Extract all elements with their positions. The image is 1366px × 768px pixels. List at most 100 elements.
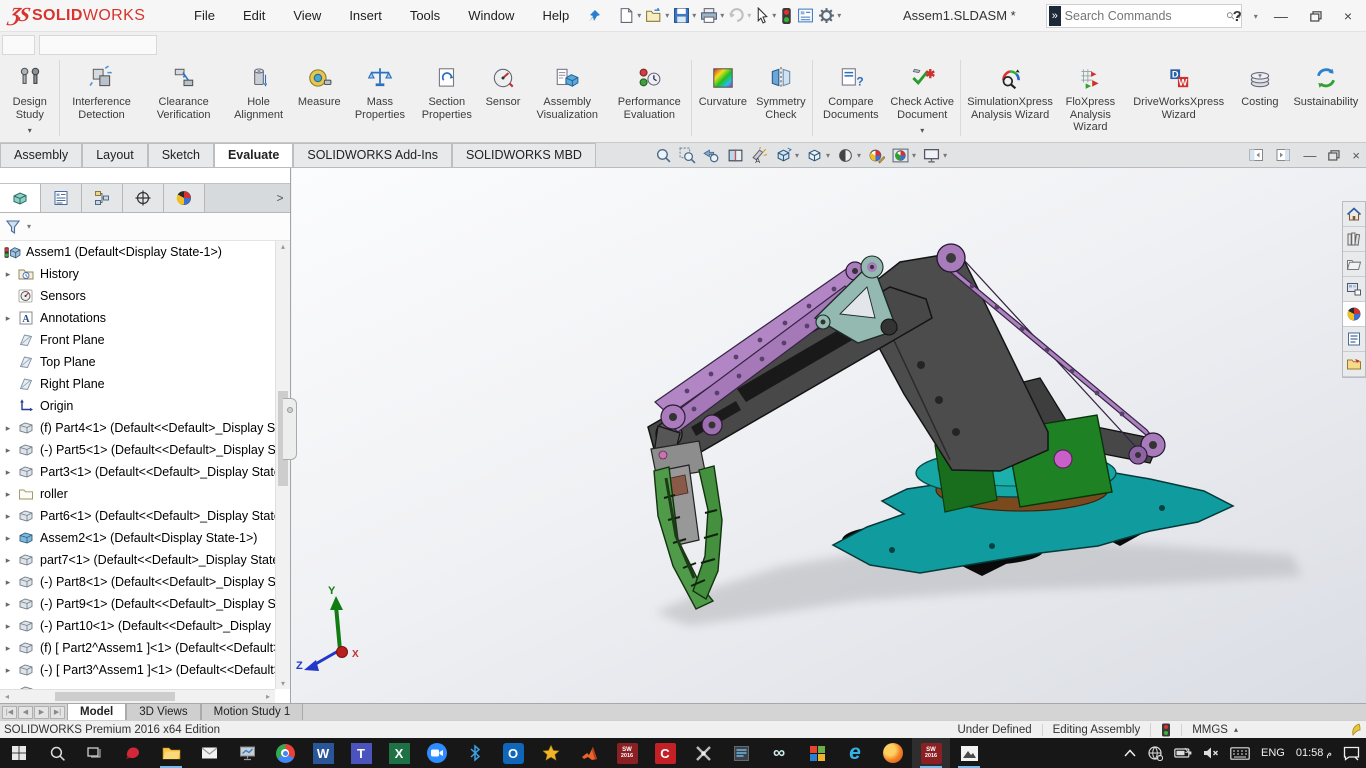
c-app-icon[interactable]: C — [646, 738, 684, 768]
tree-item-part9[interactable]: ▸ (-) Part9<1> (Default<<Default>_Displa… — [0, 593, 275, 615]
costing-button[interactable]: Costing — [1234, 57, 1286, 142]
edge-icon[interactable]: e — [836, 738, 874, 768]
section-view-button[interactable] — [727, 147, 744, 164]
configuration-manager-tab[interactable] — [82, 184, 123, 212]
tab-layout[interactable]: Layout — [82, 143, 148, 167]
driveworksxpress-button[interactable]: DW DriveWorksXpress Wizard — [1123, 57, 1234, 142]
tree-item-history[interactable]: ▸ History — [0, 263, 275, 285]
chrome-icon[interactable] — [266, 738, 304, 768]
resources-home-button[interactable] — [1343, 202, 1365, 227]
start-button[interactable] — [0, 738, 38, 768]
menu-view[interactable]: View — [279, 1, 335, 31]
expand-arrow[interactable]: ▸ — [0, 643, 16, 654]
feature-tree-tab[interactable] — [0, 184, 41, 212]
pane-right-toggle-icon[interactable] — [1276, 148, 1291, 162]
file-explorer-icon[interactable] — [152, 738, 190, 768]
check-active-caret[interactable]: ▾ — [920, 125, 924, 138]
language-indicator[interactable]: ENG — [1261, 747, 1285, 759]
tree-item-part4[interactable]: ▸ (f) Part4<1> (Default<<Default>_Displa… — [0, 417, 275, 439]
custom-properties-button[interactable] — [1343, 327, 1365, 352]
task-view-icon[interactable] — [76, 738, 114, 768]
tab-scroll-first[interactable]: |◀ — [2, 705, 17, 719]
tree-item-part2-virtual[interactable]: ▸ (f) [ Part2^Assem1 ]<1> (Default<<Defa… — [0, 637, 275, 659]
tab-evaluate[interactable]: Evaluate — [213, 143, 294, 167]
unit-system-selector[interactable]: MMGS ▴ — [1181, 723, 1248, 736]
check-active-document-button[interactable]: ✱ Check Active Document ▾ — [887, 57, 958, 142]
quick-tip-icon[interactable] — [1350, 723, 1362, 737]
tab-solidworks-addins[interactable]: SOLIDWORKS Add-Ins — [293, 143, 452, 167]
tree-item-annotations[interactable]: ▸ A Annotations — [0, 307, 275, 329]
rebuild-traffic-light-button[interactable] — [779, 5, 794, 27]
tree-item-sensors[interactable]: Sensors — [0, 285, 275, 307]
x-tool-app-icon[interactable] — [684, 738, 722, 768]
view-settings-button[interactable]: ▾ — [923, 147, 947, 164]
tree-item-part10[interactable]: ▸ (-) Part10<1> (Default<<Default>_Displ… — [0, 615, 275, 637]
forum-folder-button[interactable] — [1343, 352, 1365, 377]
display-manager-tab[interactable] — [164, 184, 205, 212]
mass-properties-button[interactable]: Mass Properties — [347, 57, 413, 142]
doc-minimize-button[interactable]: — — [1303, 148, 1316, 163]
tree-item-part3-virtual[interactable]: ▸ (-) [ Part3^Assem1 ]<1> (Default<<Defa… — [0, 659, 275, 681]
pane-left-toggle-icon[interactable] — [1249, 148, 1264, 162]
simulationxpress-button[interactable]: SimulationXpress Analysis Wizard — [963, 57, 1058, 142]
clearance-verification-button[interactable]: Clearance Verification — [142, 57, 226, 142]
sustainability-button[interactable]: Sustainability — [1286, 57, 1366, 142]
measure-button[interactable]: Measure — [292, 57, 347, 142]
tree-item-right-plane[interactable]: Right Plane — [0, 373, 275, 395]
filter-caret[interactable]: ▾ — [27, 222, 31, 231]
hide-show-items-button[interactable]: ▾ — [837, 147, 861, 164]
scroll-up-arrow[interactable]: ▴ — [276, 242, 290, 251]
red-bird-app-icon[interactable] — [114, 738, 152, 768]
performance-evaluation-button[interactable]: Performance Evaluation — [609, 57, 689, 142]
action-center-icon[interactable] — [1343, 746, 1360, 761]
dimxpert-manager-tab[interactable] — [123, 184, 164, 212]
network-globe-icon[interactable] — [1147, 745, 1163, 761]
curvature-button[interactable]: Curvature — [694, 57, 751, 142]
pin-menu-icon[interactable] — [587, 9, 601, 23]
rebuild-status-icon[interactable] — [1150, 722, 1181, 737]
mail-app-icon[interactable] — [190, 738, 228, 768]
new-document-button[interactable]: ▾ — [617, 5, 642, 26]
expand-arrow[interactable]: ▸ — [0, 599, 16, 610]
tree-item-part3[interactable]: ▸ Part3<1> (Default<<Default>_Display St… — [0, 461, 275, 483]
motion-study-tab[interactable]: Motion Study 1 — [200, 704, 304, 720]
photos-app-icon[interactable] — [950, 738, 988, 768]
teams-icon[interactable]: T — [342, 738, 380, 768]
compare-documents-button[interactable]: ? Compare Documents — [815, 57, 886, 142]
print-button[interactable]: ▾ — [699, 5, 725, 26]
scroll-right-arrow[interactable]: ▸ — [261, 692, 275, 701]
expand-arrow[interactable]: ▸ — [0, 313, 16, 324]
taskbar-search-icon[interactable] — [38, 738, 76, 768]
doc-close-button[interactable]: × — [1352, 148, 1360, 163]
3d-views-tab[interactable]: 3D Views — [126, 704, 201, 720]
horizontal-scroll-thumb[interactable] — [55, 692, 175, 701]
clock[interactable]: 01:58 م — [1296, 747, 1332, 759]
tray-expand-caret[interactable] — [1124, 749, 1136, 757]
tab-scroll-last[interactable]: ▶| — [50, 705, 65, 719]
select-cursor-button[interactable]: ▾ — [754, 5, 777, 26]
tree-item-front-plane[interactable]: Front Plane — [0, 329, 275, 351]
design-library-button[interactable] — [1343, 227, 1365, 252]
main-arm[interactable] — [857, 251, 1049, 472]
panel-splitter-handle[interactable] — [283, 398, 297, 460]
office-icon[interactable] — [798, 738, 836, 768]
edit-appearance-button[interactable] — [868, 147, 886, 164]
graphics-viewport[interactable]: X Y Z — [292, 168, 1366, 703]
file-explorer-pane-button[interactable] — [1343, 252, 1365, 277]
help-button[interactable]: ? — [1233, 8, 1242, 25]
expand-arrow[interactable]: ▸ — [0, 577, 16, 588]
tab-scroll-prev[interactable]: ◀ — [18, 705, 33, 719]
battery-icon[interactable] — [1174, 747, 1192, 759]
options-list-button[interactable] — [796, 5, 815, 26]
expand-arrow[interactable]: ▸ — [0, 533, 16, 544]
save-button[interactable]: ▾ — [672, 5, 697, 26]
projector-app-icon[interactable] — [228, 738, 266, 768]
expand-arrow[interactable]: ▸ — [0, 467, 16, 478]
section-properties-button[interactable]: Section Properties — [413, 57, 481, 142]
panel-tabs-overflow[interactable]: > — [270, 184, 290, 212]
firefox-icon[interactable] — [874, 738, 912, 768]
gripper-assembly[interactable] — [650, 425, 723, 610]
tree-item-part5[interactable]: ▸ (-) Part5<1> (Default<<Default>_Displa… — [0, 439, 275, 461]
design-study-caret[interactable]: ▾ — [28, 125, 32, 138]
floxpress-button[interactable]: FloXpress Analysis Wizard — [1057, 57, 1123, 142]
